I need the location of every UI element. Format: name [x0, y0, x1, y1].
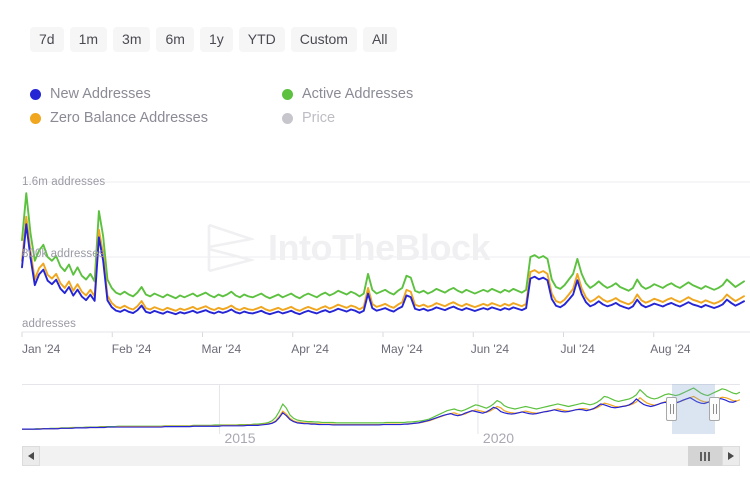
range-button-all[interactable]: All	[363, 27, 397, 52]
x-axis-tick-3: Apr '24	[291, 342, 381, 356]
range-button-1m[interactable]: 1m	[70, 27, 107, 52]
navigator-handle-left[interactable]	[666, 397, 677, 421]
x-axis-tick-1: Feb '24	[112, 342, 202, 356]
legend-item-active-addresses[interactable]: Active Addresses	[282, 82, 497, 106]
x-axis-tick-0: Jan '24	[22, 342, 112, 356]
right-arrow-icon	[728, 452, 734, 460]
range-button-1y[interactable]: 1y	[200, 27, 233, 52]
scrollbar-track[interactable]	[40, 446, 722, 466]
range-button-7d[interactable]: 7d	[30, 27, 64, 52]
legend-dot-price	[282, 113, 293, 124]
legend-dot-zero-balance-addresses	[30, 113, 41, 124]
legend-label-new-addresses: New Addresses	[50, 86, 151, 102]
x-axis-tick-6: Jul '24	[561, 342, 651, 356]
navigator-year-2015: 2015	[224, 430, 255, 446]
legend-item-price[interactable]: Price	[282, 106, 497, 130]
legend-label-zero-balance-addresses: Zero Balance Addresses	[50, 110, 208, 126]
range-button-6m[interactable]: 6m	[156, 27, 193, 52]
legend-label-price: Price	[302, 110, 335, 126]
navigator-handle-right[interactable]	[709, 397, 720, 421]
legend-item-new-addresses[interactable]: New Addresses	[30, 82, 282, 106]
main-chart-plot[interactable]: 1.6m addresses 800k addresses addresses	[0, 170, 750, 370]
legend-item-zero-balance-addresses[interactable]: Zero Balance Addresses	[30, 106, 282, 130]
time-range-selector[interactable]: 7d1m3m6m 1yYTDCustomAll	[30, 27, 397, 52]
left-arrow-icon	[28, 452, 34, 460]
range-button-3m[interactable]: 3m	[113, 27, 150, 52]
x-axis-tick-4: May '24	[381, 342, 471, 356]
navigator-year-2020: 2020	[483, 430, 514, 446]
x-axis: Jan '24Feb '24Mar '24Apr '24May '24Jun '…	[22, 342, 740, 356]
scrollbar-right-button[interactable]	[722, 446, 740, 466]
legend-dot-active-addresses	[282, 89, 293, 100]
scrollbar-thumb[interactable]	[688, 446, 722, 466]
x-axis-tick-5: Jun '24	[471, 342, 561, 356]
navigator-scrollbar[interactable]	[22, 446, 740, 466]
range-navigator[interactable]: 2015 2020	[22, 384, 740, 450]
legend-dot-new-addresses	[30, 89, 41, 100]
range-button-ytd[interactable]: YTD	[239, 27, 285, 52]
scrollbar-left-button[interactable]	[22, 446, 40, 466]
x-axis-tick-2: Mar '24	[202, 342, 292, 356]
x-axis-tick-7: Aug '24	[650, 342, 740, 356]
navigator-chart-svg	[22, 384, 740, 434]
chart-legend[interactable]: New Addresses Active Addresses Zero Bala…	[30, 82, 500, 130]
legend-label-active-addresses: Active Addresses	[302, 86, 413, 102]
main-chart-svg	[0, 170, 750, 370]
chart-widget: 7d1m3m6m 1yYTDCustomAll New Addresses Act…	[0, 0, 750, 500]
range-button-custom[interactable]: Custom	[291, 27, 357, 52]
